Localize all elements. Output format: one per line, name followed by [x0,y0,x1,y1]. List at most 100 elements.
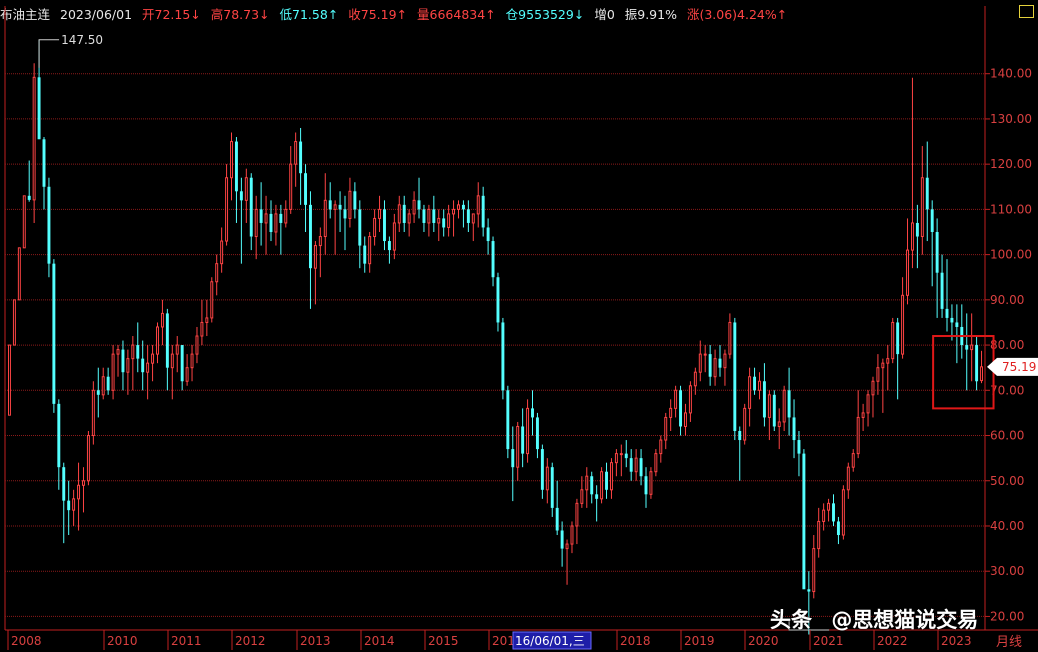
x-tick-label: 2015 [428,634,459,648]
candle-body [447,213,451,228]
candle-body [136,345,140,359]
y-tick-label: 140.00 [990,67,1032,81]
max-marker-line [38,39,60,68]
candle-body [669,407,673,418]
x-tick-label: 2019 [684,634,715,648]
candle-body [368,236,372,265]
candle-body [624,453,628,459]
candle-body [965,345,969,350]
candle-body [506,390,510,450]
candle-body [718,358,722,368]
candle-body [160,312,164,328]
candle-body [72,498,76,511]
candle-body [659,439,663,455]
candle-body [323,199,327,238]
candle-body [442,218,446,228]
candle-body [417,200,421,210]
candle-body [703,353,707,356]
candle-body [758,380,761,391]
candle-body [111,353,115,391]
candle-body [304,173,307,205]
candle-body [679,390,683,427]
candle-body [802,453,806,590]
candle-body [836,521,840,536]
candle-body [77,484,81,500]
candle-body [190,353,194,369]
candle-body [437,217,441,224]
candle-body [684,412,687,427]
cursor-date-label: 16/06/01,三 [515,634,585,648]
candle-body [461,204,465,210]
candle-body [387,241,391,251]
candle-body [575,502,579,527]
x-tick-label: 2010 [107,634,138,648]
candle-body [871,380,875,396]
candle-body [121,349,125,373]
candle-body [42,139,46,187]
candle-body [383,209,386,242]
candle-body [723,353,727,369]
candle-body [343,209,347,219]
candle-body [353,191,357,210]
x-tick-label: 2022 [877,634,908,648]
candle-body [955,322,959,327]
candle-body [930,209,934,232]
candle-body [220,240,224,265]
watermark: 头条 @思想猫说交易 [770,604,978,634]
candle-body [392,222,396,251]
y-tick-label: 120.00 [990,157,1032,171]
candle-body [210,281,214,319]
candle-body [407,213,411,224]
x-tick-label: 2012 [235,634,266,648]
candle-body [402,204,406,223]
candle-body [131,344,135,360]
candle-body [674,389,678,409]
candle-body [748,376,752,409]
candle-body [225,177,229,242]
candle-body [560,530,564,549]
candle-body [772,394,776,427]
candle-body [762,381,766,418]
candle-body [693,371,697,387]
candle-body [777,421,781,427]
watermark-author: @思想猫说交易 [831,608,979,632]
candle-body [289,163,293,210]
candle-body [496,277,500,323]
candle-body [8,344,11,416]
y-tick-label: 30.00 [990,564,1024,578]
candlestick-chart[interactable]: 20.00 30.00 40.00 50.00 60.00 70.00 80.00 90.00… [0,0,1038,652]
candle-body [753,376,757,391]
candle-body [866,394,870,414]
candle-body [585,475,589,491]
candle-body [279,213,283,223]
candle-body [605,471,608,490]
candle-body [205,317,209,323]
candle-body [318,236,322,247]
candle-body [471,213,475,224]
candle-body [555,507,559,531]
candle-body [294,141,298,165]
candle-body [269,213,273,232]
candle-body [170,353,174,369]
candle-body [526,407,530,455]
candle-body [945,308,949,318]
candle-body [358,209,362,246]
x-tick-label: 2013 [300,634,331,648]
candle-body [940,272,944,309]
candle-body [521,426,525,454]
candle-body [338,204,342,210]
candle-body [67,500,71,511]
candle-body [600,471,604,500]
x-tick-label: 2018 [620,634,651,648]
candle-body [570,525,574,545]
candle-body [501,322,505,391]
candle-body [743,407,747,441]
candle-body [935,232,939,273]
candle-body [96,390,100,395]
x-tick-label: 2021 [813,634,844,648]
x-tick-label: 2014 [364,634,395,648]
candle-body [634,457,638,473]
candle-body [550,467,554,508]
candle-body [580,489,584,504]
candle-body [313,245,317,269]
